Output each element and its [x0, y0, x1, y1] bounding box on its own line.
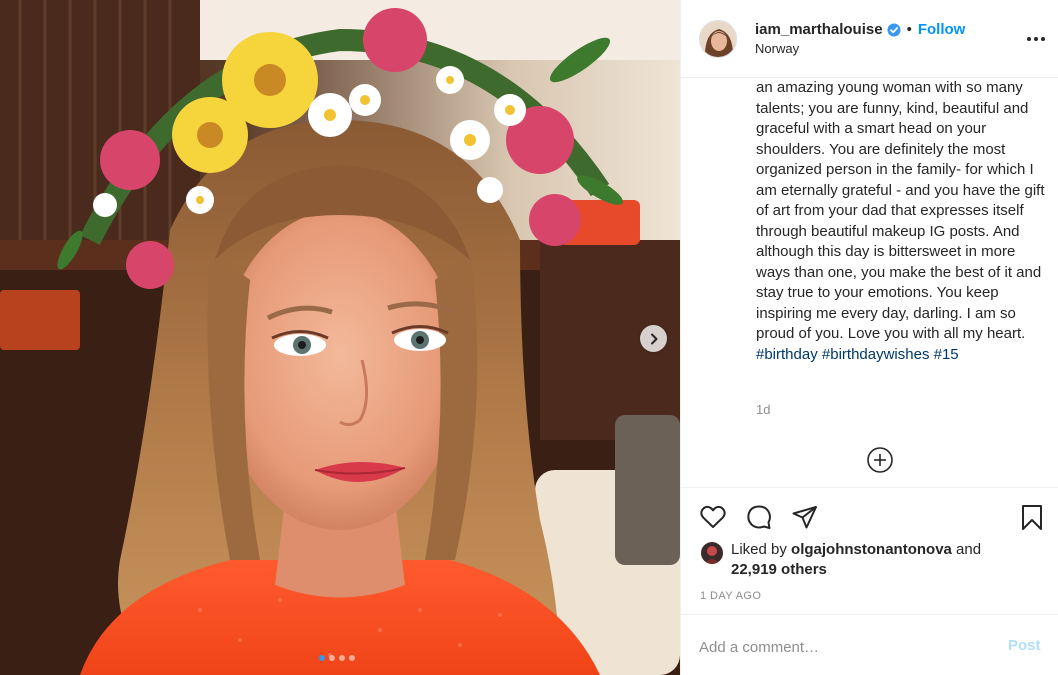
heart-icon[interactable]: [698, 502, 728, 532]
separator-dot: •: [906, 21, 912, 38]
username[interactable]: iam_marthalouise: [755, 21, 883, 38]
liker-username[interactable]: olgajohnstonantonova: [791, 541, 952, 558]
likes-prefix: Liked by: [731, 541, 787, 558]
post-header: iam_marthalouise • Follow Norway: [681, 0, 1058, 78]
likes-others-link[interactable]: 22,919 others: [731, 561, 827, 578]
add-circle-icon[interactable]: [866, 446, 894, 474]
location-link[interactable]: Norway: [755, 41, 799, 56]
post-photo[interactable]: [0, 0, 680, 675]
verified-badge-icon: [887, 23, 901, 36]
likes-text: Liked by olgajohnstonantonova and 22,919…: [731, 540, 1031, 580]
carousel-dot: [339, 655, 345, 661]
hashtag-link[interactable]: #birthday: [756, 346, 818, 363]
chevron-right-icon: [650, 333, 657, 344]
post-comment-button[interactable]: Post: [1008, 637, 1041, 654]
follow-button[interactable]: Follow: [918, 21, 966, 38]
carousel-dot: [319, 655, 325, 661]
hashtag-link[interactable]: #birthdaywishes: [822, 346, 930, 363]
liker-avatar-image: [701, 542, 723, 564]
share-icon[interactable]: [790, 502, 820, 532]
avatar-image: [700, 21, 736, 57]
carousel-dot: [349, 655, 355, 661]
carousel-dots: [319, 655, 355, 661]
carousel-dot: [329, 655, 335, 661]
comment-section: Post: [681, 615, 1058, 675]
more-options-icon[interactable]: [1025, 28, 1047, 50]
comment-icon[interactable]: [744, 502, 774, 532]
username-row: iam_marthalouise • Follow: [755, 21, 965, 38]
bookmark-icon[interactable]: [1017, 502, 1047, 532]
hashtag-link[interactable]: #15: [934, 346, 959, 363]
caption-text: an amazing young woman with so many tale…: [756, 79, 1045, 342]
caption-time[interactable]: 1d: [756, 402, 770, 417]
next-photo-button[interactable]: [640, 325, 667, 352]
likes-summary: Liked by olgajohnstonantonova and 22,919…: [701, 540, 1031, 580]
comment-input[interactable]: [699, 635, 999, 659]
photo-image: [0, 0, 680, 675]
post-date[interactable]: 1 DAY AGO: [700, 590, 761, 602]
liker-avatar[interactable]: [701, 542, 723, 564]
avatar[interactable]: [699, 20, 737, 58]
likes-conjunction: and: [956, 541, 982, 558]
caption: an amazing young woman with so many tale…: [756, 78, 1046, 408]
post-details-panel: iam_marthalouise • Follow Norway an amaz…: [680, 0, 1058, 675]
post-actions: Liked by olgajohnstonantonova and 22,919…: [681, 487, 1058, 615]
